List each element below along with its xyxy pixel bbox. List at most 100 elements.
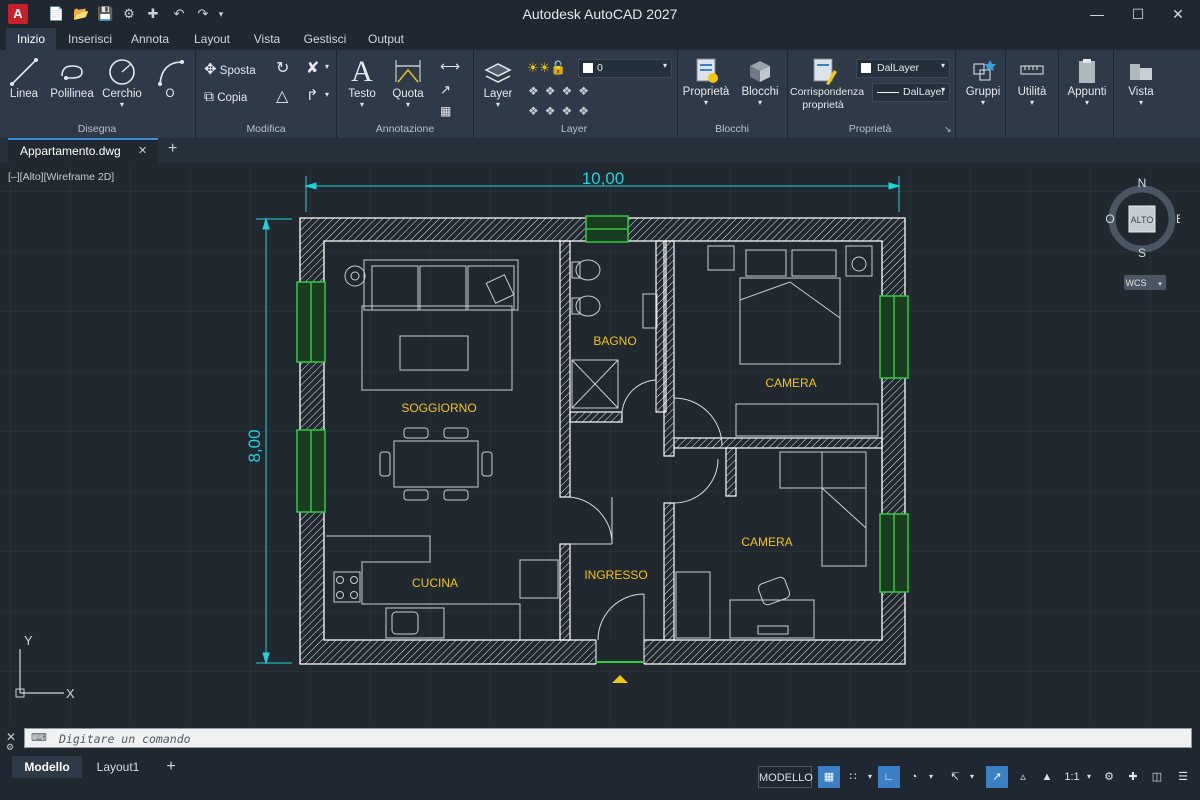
tab-output[interactable]: Output bbox=[360, 28, 412, 50]
tab-inizio[interactable]: Inizio bbox=[6, 28, 56, 50]
annotation-visibility-icon[interactable]: ▵ bbox=[1012, 766, 1034, 788]
horizontal-dimension-text[interactable]: 10,00 bbox=[582, 169, 625, 188]
menu-icon[interactable]: ☰ bbox=[1172, 766, 1194, 788]
linear-dim-icon[interactable]: ⟷ bbox=[440, 58, 460, 75]
blocks-tool-button[interactable]: Blocchi ▾ bbox=[738, 56, 782, 107]
polar-dropdown-icon[interactable]: ▾ bbox=[925, 766, 937, 788]
groups-dropdown-icon[interactable]: ▾ bbox=[960, 98, 1006, 107]
isodraft-dropdown-icon[interactable]: ▾ bbox=[966, 766, 978, 788]
model-space-button[interactable]: MODELLO bbox=[758, 766, 813, 788]
trim-icon[interactable]: ✘ bbox=[306, 58, 319, 78]
quick-access-dropdown-icon[interactable]: ▾ bbox=[213, 6, 229, 22]
floor-plan-drawing[interactable]: 10,00 8,00 SOGGIORNO BAGNO CAMERA CAMERA… bbox=[240, 163, 940, 693]
polar-icon[interactable]: ◔ bbox=[903, 766, 925, 788]
utilities-button[interactable]: Utilità ▾ bbox=[1010, 56, 1054, 107]
groups-button[interactable]: Gruppi ▾ bbox=[960, 56, 1006, 107]
properties-dropdown-icon[interactable]: ▾ bbox=[682, 98, 730, 107]
match-properties-button[interactable]: Corrispondenza proprietà bbox=[790, 56, 864, 112]
isodraft-icon[interactable]: ↸ bbox=[944, 766, 966, 788]
circle-dropdown-icon[interactable]: ▾ bbox=[100, 100, 144, 109]
command-line[interactable]: ⌨ Digitare un comando bbox=[24, 728, 1192, 748]
move-button[interactable]: ✥ Sposta bbox=[204, 60, 256, 78]
undo-icon[interactable]: ↶ bbox=[171, 6, 187, 22]
clipboard-button[interactable]: Appunti ▾ bbox=[1064, 56, 1110, 107]
layer-on-icon[interactable]: ☀☀🔓 bbox=[527, 60, 567, 76]
copy-button[interactable]: ⧉ Copia bbox=[204, 88, 247, 105]
maximize-button[interactable]: ☐ bbox=[1126, 4, 1150, 24]
trim-dropdown-icon[interactable]: ▾ bbox=[325, 62, 329, 71]
room-label-camera-1[interactable]: CAMERA bbox=[765, 376, 816, 390]
compass-north[interactable]: N bbox=[1138, 176, 1147, 190]
layer-dropdown-icon[interactable]: ▾ bbox=[478, 100, 518, 109]
snap-icon[interactable]: ∷ bbox=[842, 766, 864, 788]
tab-vista[interactable]: Vista bbox=[246, 28, 288, 50]
linetype-dropdown[interactable]: DalLayer ▾ bbox=[872, 83, 950, 102]
command-input[interactable]: Digitare un comando bbox=[59, 732, 191, 746]
close-button[interactable]: ✕ bbox=[1166, 4, 1190, 24]
room-label-cucina[interactable]: CUCINA bbox=[412, 576, 458, 590]
command-prompt-icon[interactable]: ⌨ bbox=[31, 731, 47, 744]
object-snap-icon[interactable]: ↗ bbox=[986, 766, 1008, 788]
viewport-controls-label[interactable]: [–][Alto][Wireframe 2D] bbox=[8, 171, 114, 183]
document-tab[interactable]: Appartamento.dwg ✕ bbox=[8, 138, 158, 163]
compass-west[interactable]: O bbox=[1105, 212, 1114, 226]
crosshair-icon[interactable]: ✚ bbox=[1122, 766, 1144, 788]
tab-layout[interactable]: Layout bbox=[186, 28, 238, 50]
layer-tools-row-1[interactable]: ❖❖❖❖ bbox=[528, 84, 595, 98]
autocad-logo-icon[interactable]: A bbox=[8, 4, 28, 24]
new-tab-button[interactable]: + bbox=[168, 140, 177, 158]
layer-tool-button[interactable]: Layer ▾ bbox=[478, 56, 518, 109]
ui-layout-icon[interactable]: ◫ bbox=[1146, 766, 1168, 788]
text-tool-button[interactable]: A Testo ▾ bbox=[342, 56, 382, 110]
web-save-icon[interactable]: ⚙ bbox=[121, 6, 137, 22]
room-label-soggiorno[interactable]: SOGGIORNO bbox=[401, 401, 476, 415]
fillet-dropdown-icon[interactable]: ▾ bbox=[325, 90, 329, 99]
compass-east[interactable]: E bbox=[1176, 212, 1180, 226]
room-label-camera-2[interactable]: CAMERA bbox=[741, 535, 792, 549]
room-label-ingresso[interactable]: INGRESSO bbox=[584, 568, 647, 582]
scale-value[interactable]: 1:1 bbox=[1060, 766, 1084, 788]
circle-tool-button[interactable]: Cerchio ▾ bbox=[100, 56, 144, 109]
blocks-dropdown-icon[interactable]: ▾ bbox=[738, 98, 782, 107]
share-icon[interactable]: ✚ bbox=[145, 6, 161, 22]
vertical-dimension-text[interactable]: 8,00 bbox=[245, 429, 264, 462]
ortho-icon[interactable]: ∟ bbox=[878, 766, 900, 788]
tab-inserisci[interactable]: Inserisci bbox=[62, 28, 118, 50]
panel-launcher-icon[interactable]: ↘ bbox=[944, 124, 952, 135]
grid-icon[interactable]: ▦ bbox=[818, 766, 840, 788]
drawing-viewport[interactable]: [–][Alto][Wireframe 2D] ALTO N S E O WCS… bbox=[0, 163, 1200, 724]
open-icon[interactable]: 📂 bbox=[73, 6, 89, 22]
add-layout-button[interactable]: + bbox=[158, 756, 184, 778]
polyline-tool-button[interactable]: Polilinea bbox=[50, 56, 94, 100]
workspace-gear-icon[interactable]: ⚙ bbox=[1098, 766, 1120, 788]
leader-icon[interactable]: ↗ bbox=[440, 82, 451, 98]
room-label-bagno[interactable]: BAGNO bbox=[593, 334, 636, 348]
utilities-dropdown-icon[interactable]: ▾ bbox=[1010, 98, 1054, 107]
scale-dropdown-icon[interactable]: ▾ bbox=[1083, 766, 1095, 788]
layer-tools-row-2[interactable]: ❖❖❖❖ bbox=[528, 104, 595, 118]
line-tool-button[interactable]: Linea bbox=[6, 56, 42, 100]
redo-icon[interactable]: ↷ bbox=[195, 6, 211, 22]
rotate-icon[interactable]: ↻ bbox=[276, 58, 289, 78]
minimize-button[interactable]: — bbox=[1085, 4, 1109, 24]
close-tab-icon[interactable]: ✕ bbox=[138, 144, 147, 157]
color-dropdown[interactable]: DalLayer ▾ bbox=[856, 59, 950, 78]
dimension-tool-button[interactable]: Quota ▾ bbox=[388, 56, 428, 109]
tab-annota[interactable]: Annota bbox=[124, 28, 176, 50]
tab-modello[interactable]: Modello bbox=[12, 756, 82, 778]
save-icon[interactable]: 💾 bbox=[97, 6, 113, 22]
fillet-icon[interactable]: ↱ bbox=[306, 86, 319, 104]
tab-layout1[interactable]: Layout1 bbox=[88, 756, 148, 778]
snap-dropdown-icon[interactable]: ▾ bbox=[864, 766, 876, 788]
text-dropdown-icon[interactable]: ▾ bbox=[342, 100, 382, 109]
properties-tool-button[interactable]: Proprietà ▾ bbox=[682, 56, 730, 107]
mirror-icon[interactable]: △ bbox=[276, 86, 288, 106]
view-dropdown-icon[interactable]: ▾ bbox=[1118, 98, 1164, 107]
new-icon[interactable]: 📄 bbox=[48, 6, 64, 22]
annotation-scale-icon[interactable]: ▲ bbox=[1036, 766, 1058, 788]
layer-dropdown[interactable]: 0 ▾ bbox=[578, 59, 672, 78]
tab-gestisci[interactable]: Gestisci bbox=[298, 28, 352, 50]
dimension-dropdown-icon[interactable]: ▾ bbox=[388, 100, 428, 109]
clipboard-dropdown-icon[interactable]: ▾ bbox=[1064, 98, 1110, 107]
view-button[interactable]: Vista ▾ bbox=[1118, 56, 1164, 107]
